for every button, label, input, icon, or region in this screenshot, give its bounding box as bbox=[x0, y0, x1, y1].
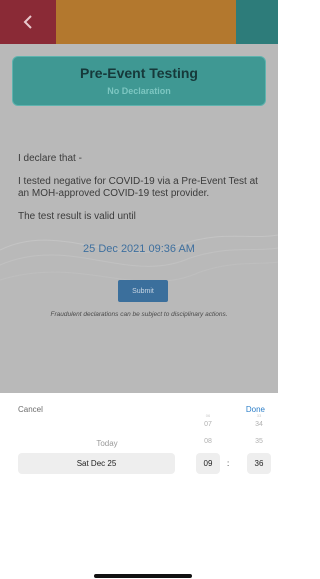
declaration-status: No Declaration bbox=[107, 86, 171, 96]
declaration-validity: The test result is valid until bbox=[18, 211, 136, 222]
declaration-intro: I declare that - bbox=[18, 153, 82, 164]
minute-wheel-option[interactable]: 33 bbox=[247, 413, 271, 418]
minute-wheel-option[interactable]: 35 bbox=[247, 438, 271, 445]
date-wheel-option-today[interactable]: Today bbox=[78, 439, 136, 448]
datetime-picker-sheet: Cancel Done 06 07 08 33 34 35 Today Sat … bbox=[0, 393, 278, 579]
selected-date[interactable]: Sat Dec 25 bbox=[18, 453, 175, 474]
submit-button[interactable]: Submit bbox=[118, 280, 168, 302]
home-indicator[interactable] bbox=[94, 574, 192, 578]
app-background: Pre-Event Testing No Declaration I decla… bbox=[0, 0, 278, 393]
hour-wheel-option[interactable]: 07 bbox=[196, 421, 220, 428]
top-bar-center bbox=[56, 0, 236, 44]
selected-minute[interactable]: 36 bbox=[247, 453, 271, 474]
time-separator: : bbox=[227, 459, 230, 468]
minute-wheel-option[interactable]: 34 bbox=[247, 421, 271, 428]
fraud-warning: Fraudulent declarations can be subject t… bbox=[50, 311, 228, 318]
hour-wheel-option[interactable]: 06 bbox=[196, 413, 220, 418]
top-bar bbox=[0, 0, 278, 44]
valid-until-datetime[interactable]: 25 Dec 2021 09:36 AM bbox=[0, 243, 278, 255]
selected-hour[interactable]: 09 bbox=[196, 453, 220, 474]
cancel-button[interactable]: Cancel bbox=[18, 405, 43, 414]
chevron-left-icon bbox=[23, 15, 33, 29]
declaration-text: I declare that - I tested negative for C… bbox=[18, 153, 266, 234]
hour-wheel-option[interactable]: 08 bbox=[196, 438, 220, 445]
back-button[interactable] bbox=[0, 0, 56, 44]
top-bar-right bbox=[236, 0, 278, 44]
event-header-card: Pre-Event Testing No Declaration bbox=[12, 56, 266, 106]
page-title: Pre-Event Testing bbox=[80, 65, 198, 81]
declaration-statement: I tested negative for COVID-19 via a Pre… bbox=[18, 176, 258, 199]
